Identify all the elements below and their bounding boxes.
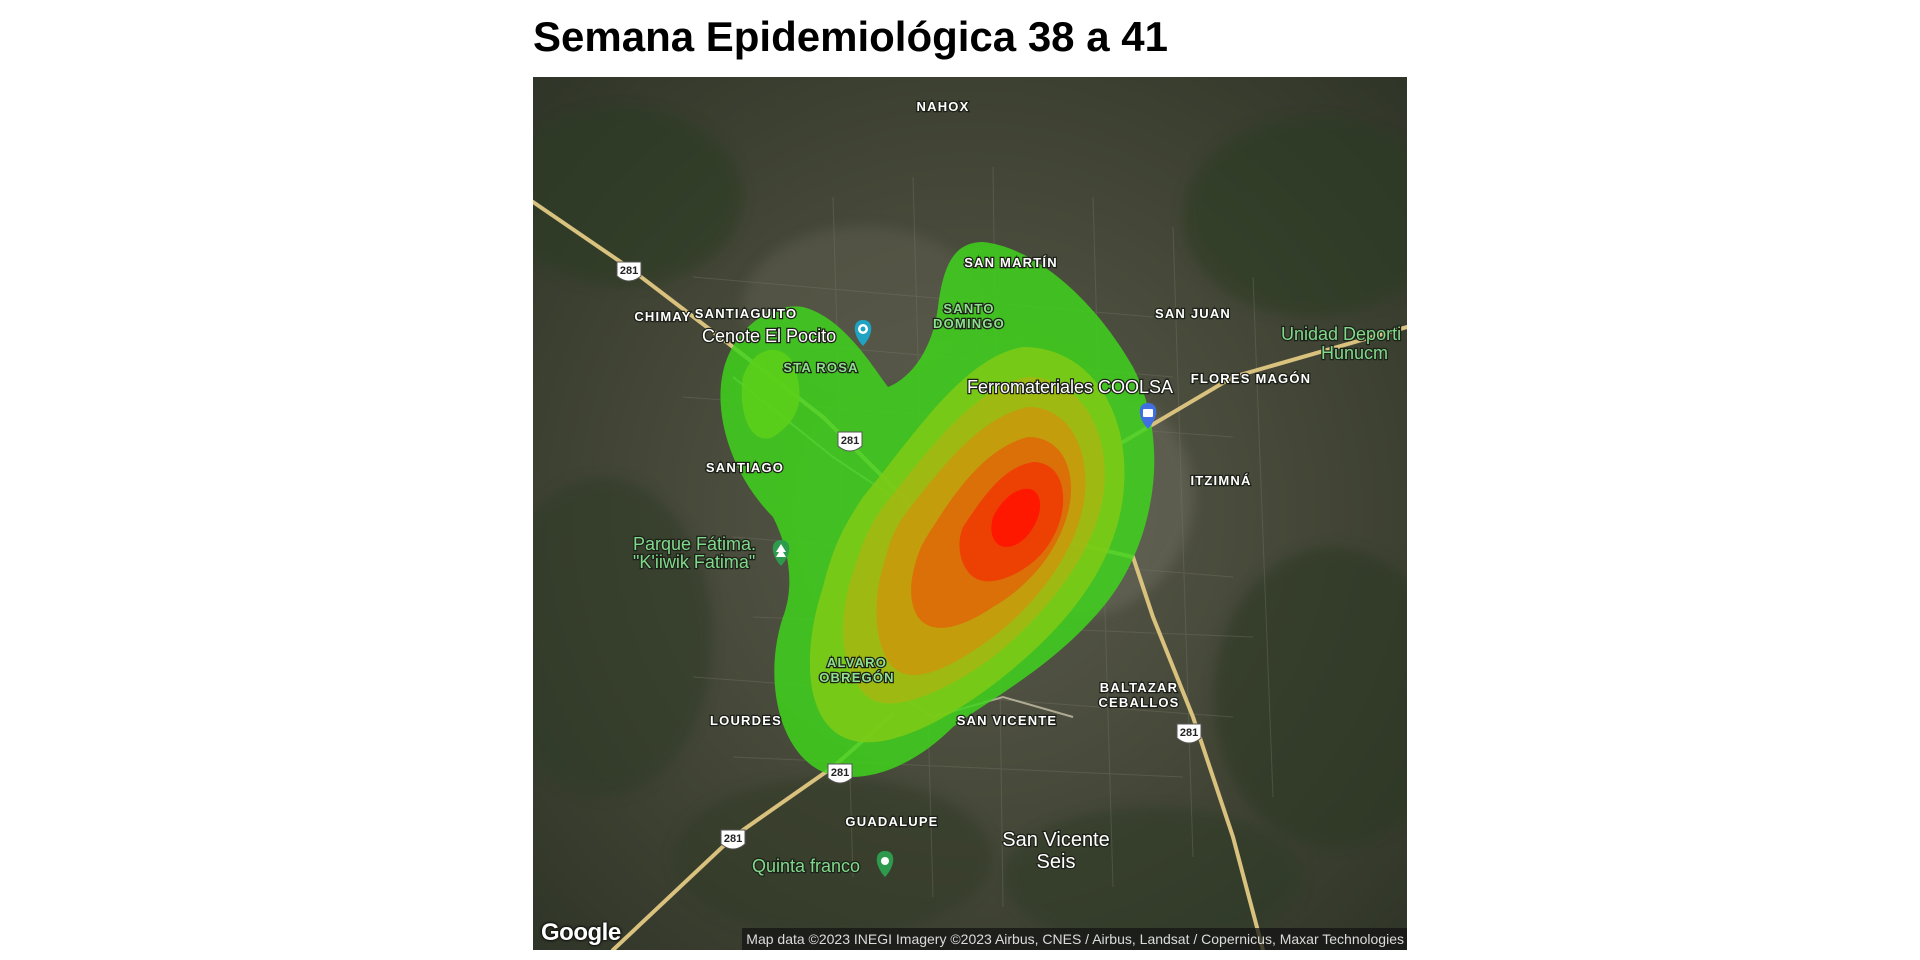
label-obregon: OBREGÓN [819,670,895,685]
label-lourdes: LOURDES [710,713,782,728]
route-shield: 281 [827,763,853,784]
label-santo: SANTO [943,301,994,316]
label-san-vicente: SAN VICENTE [957,713,1058,728]
poi-quinta-franco[interactable]: Quinta franco [751,855,862,878]
poi-unidad-deportiva[interactable]: Unidad Deporti [1280,323,1403,346]
label-itzimna: ITZIMNÁ [1190,473,1251,488]
svg-text:281: 281 [724,833,742,845]
label-flores-magon: FLORES MAGÓN [1191,371,1312,386]
label-sta-rosa: STA ROSA [783,360,858,375]
poi-cenote-el-pocito[interactable]: Cenote El Pocito [701,325,838,348]
label-chimay: CHIMAY [634,309,691,324]
label-domingo: DOMINGO [933,316,1005,331]
svg-text:281: 281 [1180,727,1198,739]
label-san-martin: SAN MARTÍN [964,255,1058,270]
svg-text:281: 281 [620,265,638,277]
label-guadalupe: GUADALUPE [845,814,938,829]
label-nahox: NAHOX [917,99,970,114]
poi-parque-fatima[interactable]: Parque Fátima. [632,533,758,556]
poi-kiiwik-fatima[interactable]: "K'iiwik Fatima" [632,551,757,574]
route-shield: 281 [720,829,746,850]
map-canvas[interactable]: 281 281 281 281 281 NAHOX SAN MARTÍN CHI… [533,77,1407,950]
google-logo: Google [541,919,621,946]
place-seis: Seis [1037,851,1076,873]
route-shield: 281 [1176,723,1202,744]
label-ceballos: CEBALLOS [1098,695,1179,710]
route-shield: 281 [616,261,642,282]
poi-ferromateriales-coolsa[interactable]: Ferromateriales COOLSA [966,376,1175,399]
label-san-juan: SAN JUAN [1155,306,1231,321]
svg-text:281: 281 [841,435,859,447]
svg-text:281: 281 [831,767,849,779]
page-title: Semana Epidemiológica 38 a 41 [533,13,1168,60]
map-attribution: Map data ©2023 INEGI Imagery ©2023 Airbu… [742,928,1407,950]
route-shield: 281 [837,431,863,452]
label-alvaro: ALVARO [827,655,887,670]
satellite-map[interactable]: 281 281 281 281 281 NAHOX SAN MARTÍN CHI… [533,77,1407,950]
label-santiaguito: SANTIAGUITO [695,306,798,321]
place-san-vicente: San Vicente [1002,829,1110,851]
label-baltazar: BALTAZAR [1100,680,1178,695]
label-santiago: SANTIAGO [706,460,784,475]
poi-hunucma[interactable]: Hunucm [1320,342,1390,365]
